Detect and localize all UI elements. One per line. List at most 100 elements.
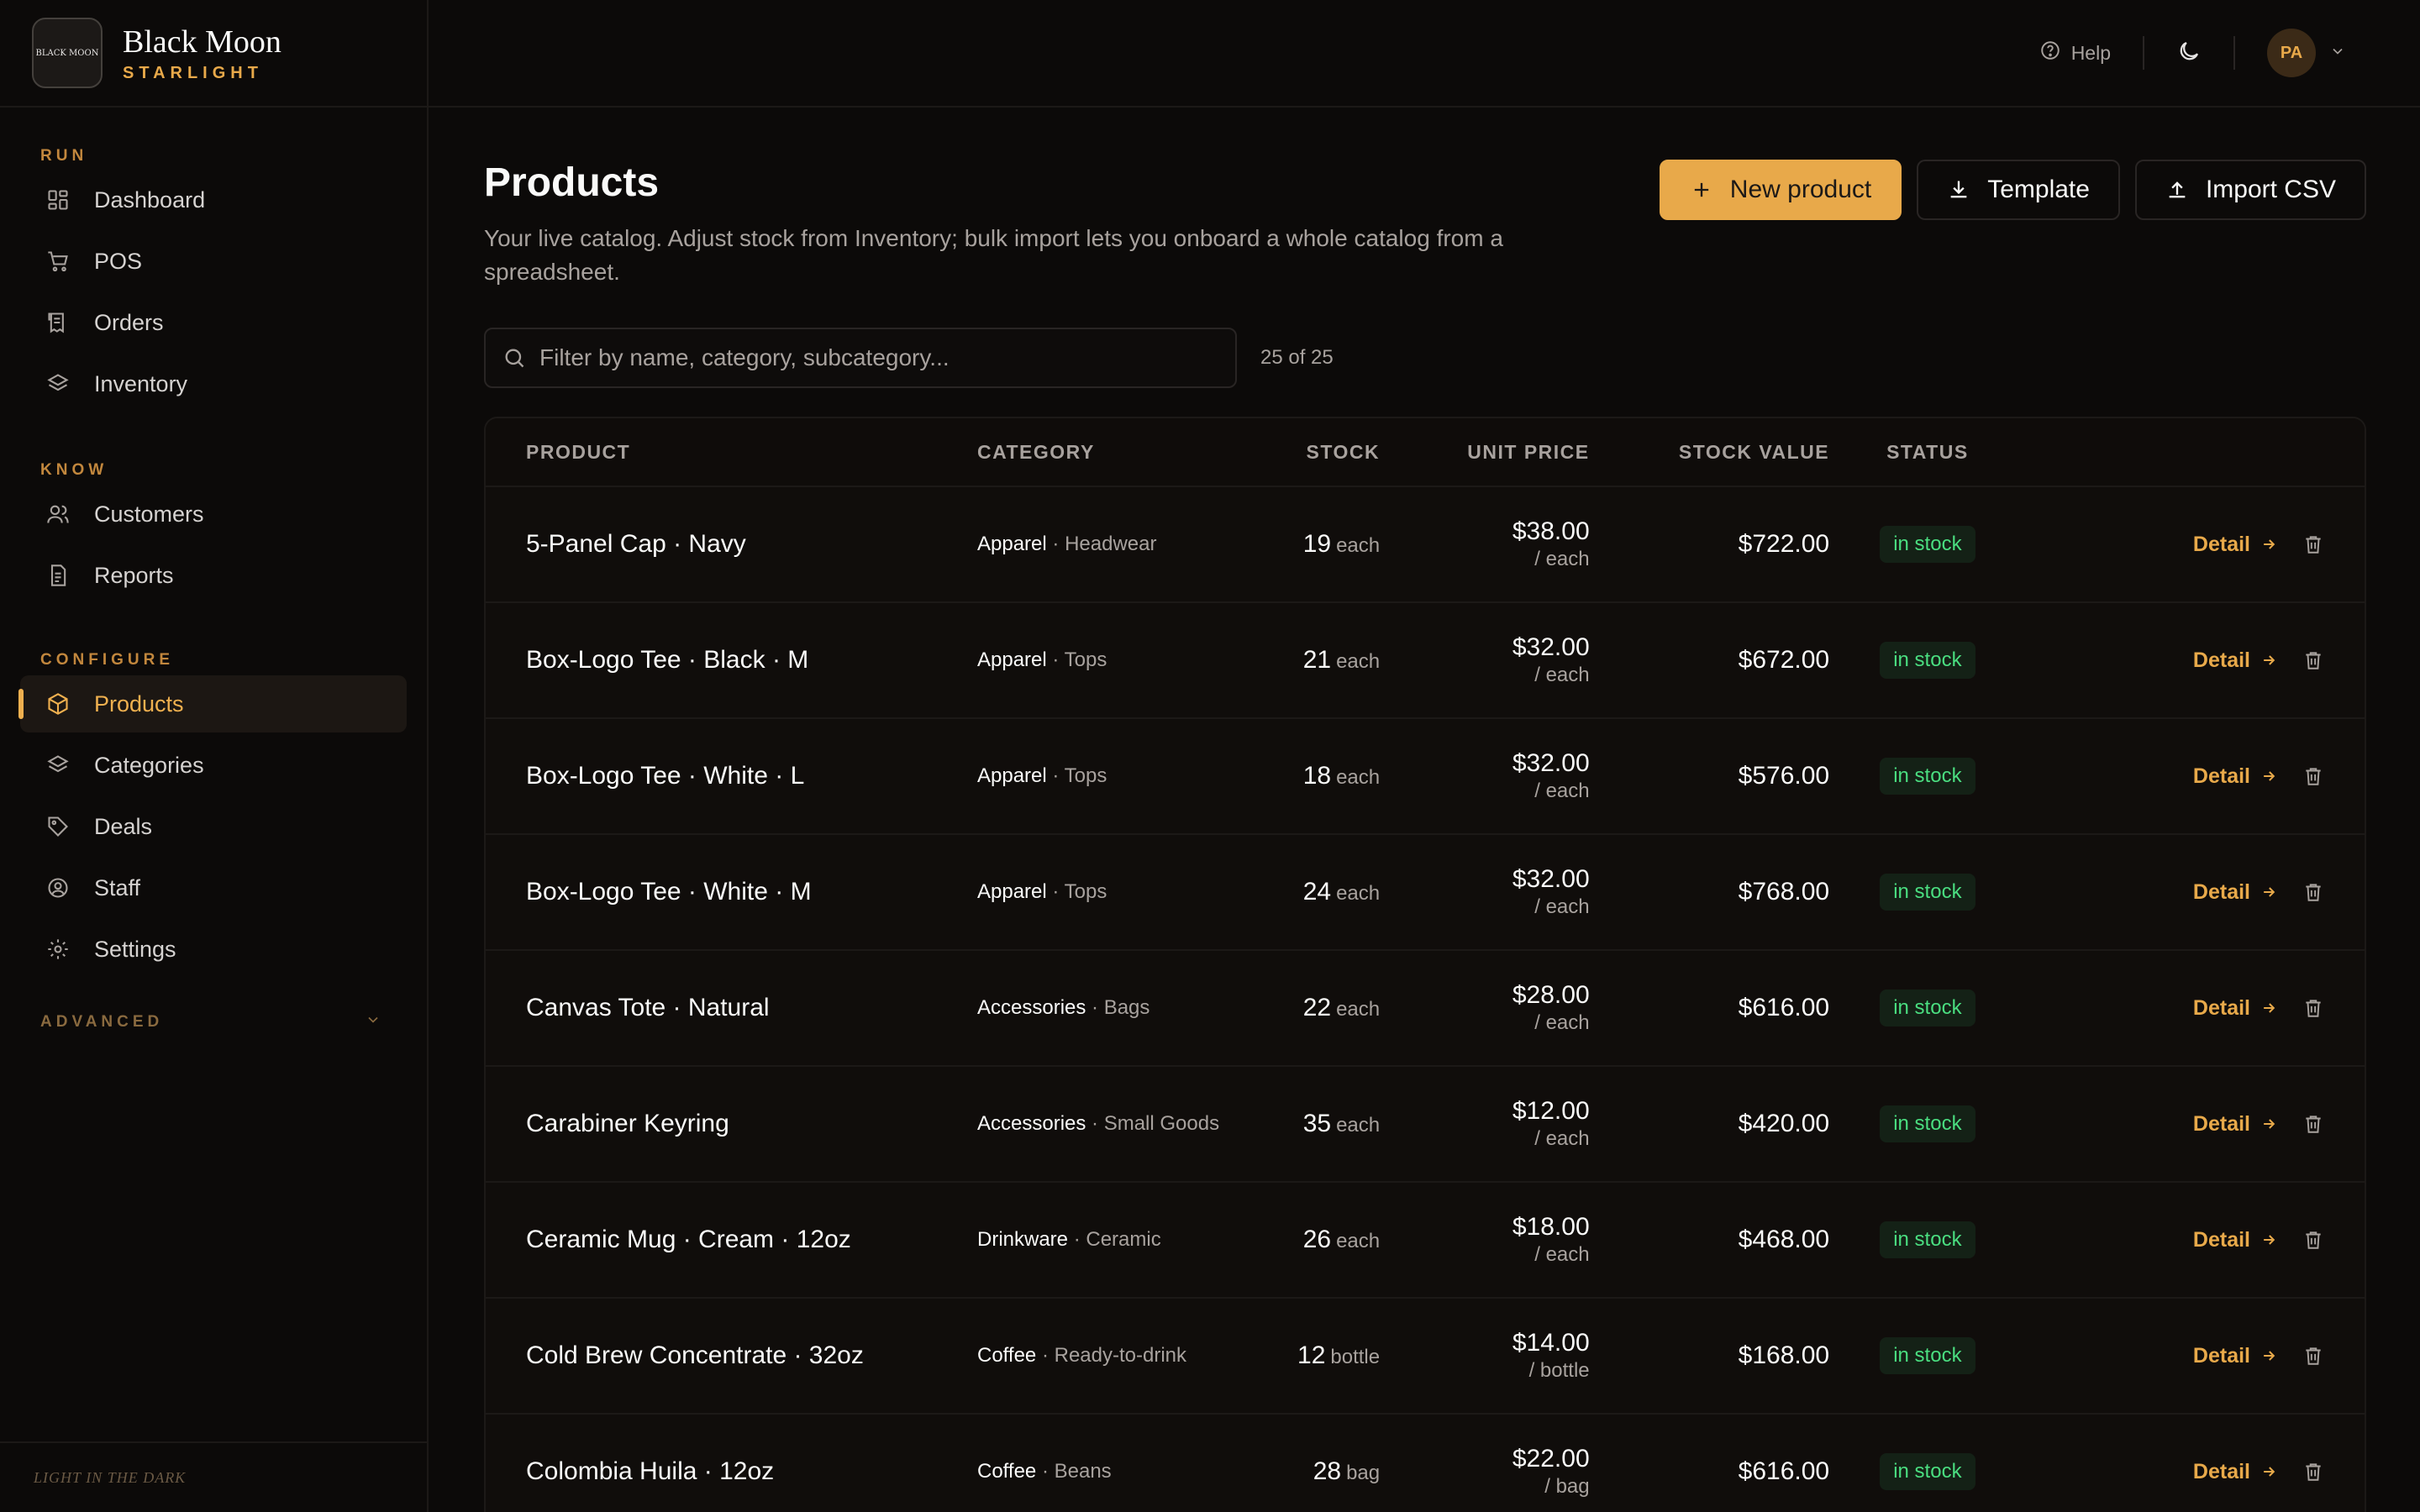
- new-product-button[interactable]: New product: [1659, 160, 1902, 220]
- detail-label: Detail: [2192, 532, 2250, 556]
- detail-link[interactable]: Detail: [2193, 880, 2277, 905]
- stock-value: $468.00: [1738, 1226, 1830, 1253]
- stock-value: $168.00: [1738, 1341, 1830, 1369]
- product-name[interactable]: 5-Panel Cap · Navy: [526, 530, 746, 558]
- table-row[interactable]: Colombia Huila · 12oz Coffee · Beans 28 b…: [486, 1415, 2365, 1512]
- sidebar-item-deals[interactable]: Deals: [20, 798, 407, 855]
- page-description: Your live catalog. Adjust stock from Inv…: [484, 225, 1503, 285]
- moon-icon: [2176, 39, 2202, 68]
- tag-icon: [45, 814, 71, 839]
- detail-link[interactable]: Detail: [2193, 996, 2277, 1021]
- trash-icon[interactable]: [2302, 1113, 2324, 1135]
- sidebar-item-inventory[interactable]: Inventory: [20, 355, 407, 412]
- product-name[interactable]: Colombia Huila · 12oz: [526, 1457, 774, 1485]
- header-product[interactable]: PRODUCT: [486, 441, 977, 464]
- sidebar-item-pos[interactable]: POS: [20, 233, 407, 290]
- trash-icon[interactable]: [2302, 765, 2324, 787]
- table-row[interactable]: Box-Logo Tee · White · M Apparel · Tops …: [486, 835, 2365, 951]
- brand-logo: BLACK MOON: [32, 18, 103, 88]
- unit-price: $22.00: [1512, 1445, 1590, 1473]
- filter-input[interactable]: [539, 344, 1228, 371]
- sidebar-item-orders[interactable]: Orders: [20, 294, 407, 351]
- table-row[interactable]: 5-Panel Cap · Navy Apparel · Headwear 19…: [486, 487, 2365, 603]
- detail-link[interactable]: Detail: [2193, 1228, 2277, 1252]
- nav-section-advanced[interactable]: ADVANCED: [20, 1007, 407, 1037]
- header-status[interactable]: STATUS: [1829, 441, 2026, 464]
- arrow-right-icon: [2260, 1231, 2277, 1248]
- detail-label: Detail: [2192, 648, 2250, 672]
- sidebar-nav: RUN Dashboard POS Orders Inventory KNOW …: [0, 108, 427, 1037]
- header-stock-value[interactable]: STOCK VALUE: [1590, 441, 1829, 464]
- sidebar-item-staff[interactable]: Staff: [20, 859, 407, 916]
- theme-toggle-button[interactable]: [2176, 39, 2202, 68]
- sidebar-item-label: Reports: [94, 562, 174, 588]
- trash-icon[interactable]: [2302, 533, 2324, 555]
- detail-link[interactable]: Detail: [2193, 533, 2277, 557]
- sidebar-item-dashboard[interactable]: Dashboard: [20, 171, 407, 228]
- product-name[interactable]: Cold Brew Concentrate · 32oz: [526, 1341, 864, 1369]
- stock-unit: each: [1336, 882, 1381, 905]
- user-menu[interactable]: PA: [2267, 29, 2346, 77]
- help-button[interactable]: Help: [2039, 39, 2111, 66]
- import-csv-button[interactable]: Import CSV: [2134, 160, 2366, 220]
- stock-count: 22: [1302, 994, 1332, 1021]
- product-name[interactable]: Box-Logo Tee · White · L: [526, 762, 804, 790]
- stock-unit: each: [1336, 1114, 1381, 1137]
- trash-icon[interactable]: [2302, 997, 2324, 1019]
- table-row[interactable]: Box-Logo Tee · White · L Apparel · Tops …: [486, 719, 2365, 835]
- detail-link[interactable]: Detail: [2193, 1112, 2277, 1137]
- table-row[interactable]: Box-Logo Tee · Black · M Apparel · Tops …: [486, 603, 2365, 719]
- stock-value: $768.00: [1738, 878, 1830, 906]
- trash-icon[interactable]: [2302, 1461, 2324, 1483]
- sidebar-item-reports[interactable]: Reports: [20, 547, 407, 604]
- template-button[interactable]: Template: [1917, 160, 2120, 220]
- page-actions: New product Template Import CSV: [1659, 160, 2366, 220]
- price-unit: / each: [1534, 1243, 1590, 1266]
- category-name: Coffee: [977, 1344, 1037, 1367]
- divider: [2233, 36, 2235, 70]
- sidebar-item-customers[interactable]: Customers: [20, 486, 407, 543]
- trash-icon[interactable]: [2302, 649, 2324, 671]
- table-row[interactable]: Carabiner Keyring Accessories · Small Go…: [486, 1067, 2365, 1183]
- category-name: Apparel: [977, 533, 1047, 555]
- detail-link[interactable]: Detail: [2193, 764, 2277, 789]
- sidebar-item-products[interactable]: Products: [18, 675, 407, 732]
- sidebar: BLACK MOON Black Moon STARLIGHT RUN Dash…: [0, 0, 429, 1512]
- detail-link[interactable]: Detail: [2193, 1344, 2277, 1368]
- product-name[interactable]: Carabiner Keyring: [526, 1110, 729, 1137]
- product-name[interactable]: Box-Logo Tee · Black · M: [526, 646, 808, 674]
- brand[interactable]: BLACK MOON Black Moon STARLIGHT: [0, 0, 427, 108]
- detail-link[interactable]: Detail: [2193, 648, 2277, 673]
- table-row[interactable]: Ceramic Mug · Cream · 12oz Drinkware · C…: [486, 1183, 2365, 1299]
- trash-icon[interactable]: [2302, 881, 2324, 903]
- stock-count: 28: [1313, 1457, 1342, 1485]
- header-unit-price[interactable]: UNIT PRICE: [1380, 441, 1590, 464]
- product-name[interactable]: Box-Logo Tee · White · M: [526, 878, 812, 906]
- arrow-right-icon: [2260, 884, 2277, 900]
- table-row[interactable]: Cold Brew Concentrate · 32oz Coffee · Re…: [486, 1299, 2365, 1415]
- stock-unit: each: [1336, 534, 1381, 557]
- product-name[interactable]: Ceramic Mug · Cream · 12oz: [526, 1226, 851, 1253]
- arrow-right-icon: [2260, 768, 2277, 785]
- header-category[interactable]: CATEGORY: [977, 441, 1254, 464]
- price-unit: / each: [1534, 664, 1590, 686]
- status-badge: in stock: [1880, 990, 1975, 1026]
- stock-unit: bottle: [1330, 1346, 1381, 1368]
- product-name[interactable]: Canvas Tote · Natural: [526, 994, 770, 1021]
- header-stock[interactable]: STOCK: [1254, 441, 1380, 464]
- unit-price: $28.00: [1512, 981, 1590, 1009]
- trash-icon[interactable]: [2302, 1229, 2324, 1251]
- sidebar-item-settings[interactable]: Settings: [20, 921, 407, 978]
- sidebar-item-categories[interactable]: Categories: [20, 737, 407, 794]
- table-row[interactable]: Canvas Tote · Natural Accessories · Bags…: [486, 951, 2365, 1067]
- stock-unit: bag: [1346, 1462, 1381, 1484]
- filter-field[interactable]: [484, 328, 1237, 388]
- users-icon: [45, 501, 71, 527]
- stock-unit: each: [1336, 1230, 1381, 1252]
- trash-icon[interactable]: [2302, 1345, 2324, 1367]
- box-icon: [45, 691, 71, 717]
- layers-icon: [45, 753, 71, 778]
- detail-label: Detail: [2192, 1227, 2250, 1252]
- detail-link[interactable]: Detail: [2193, 1460, 2277, 1484]
- products-table: PRODUCT CATEGORY STOCK UNIT PRICE STOCK …: [484, 417, 2366, 1512]
